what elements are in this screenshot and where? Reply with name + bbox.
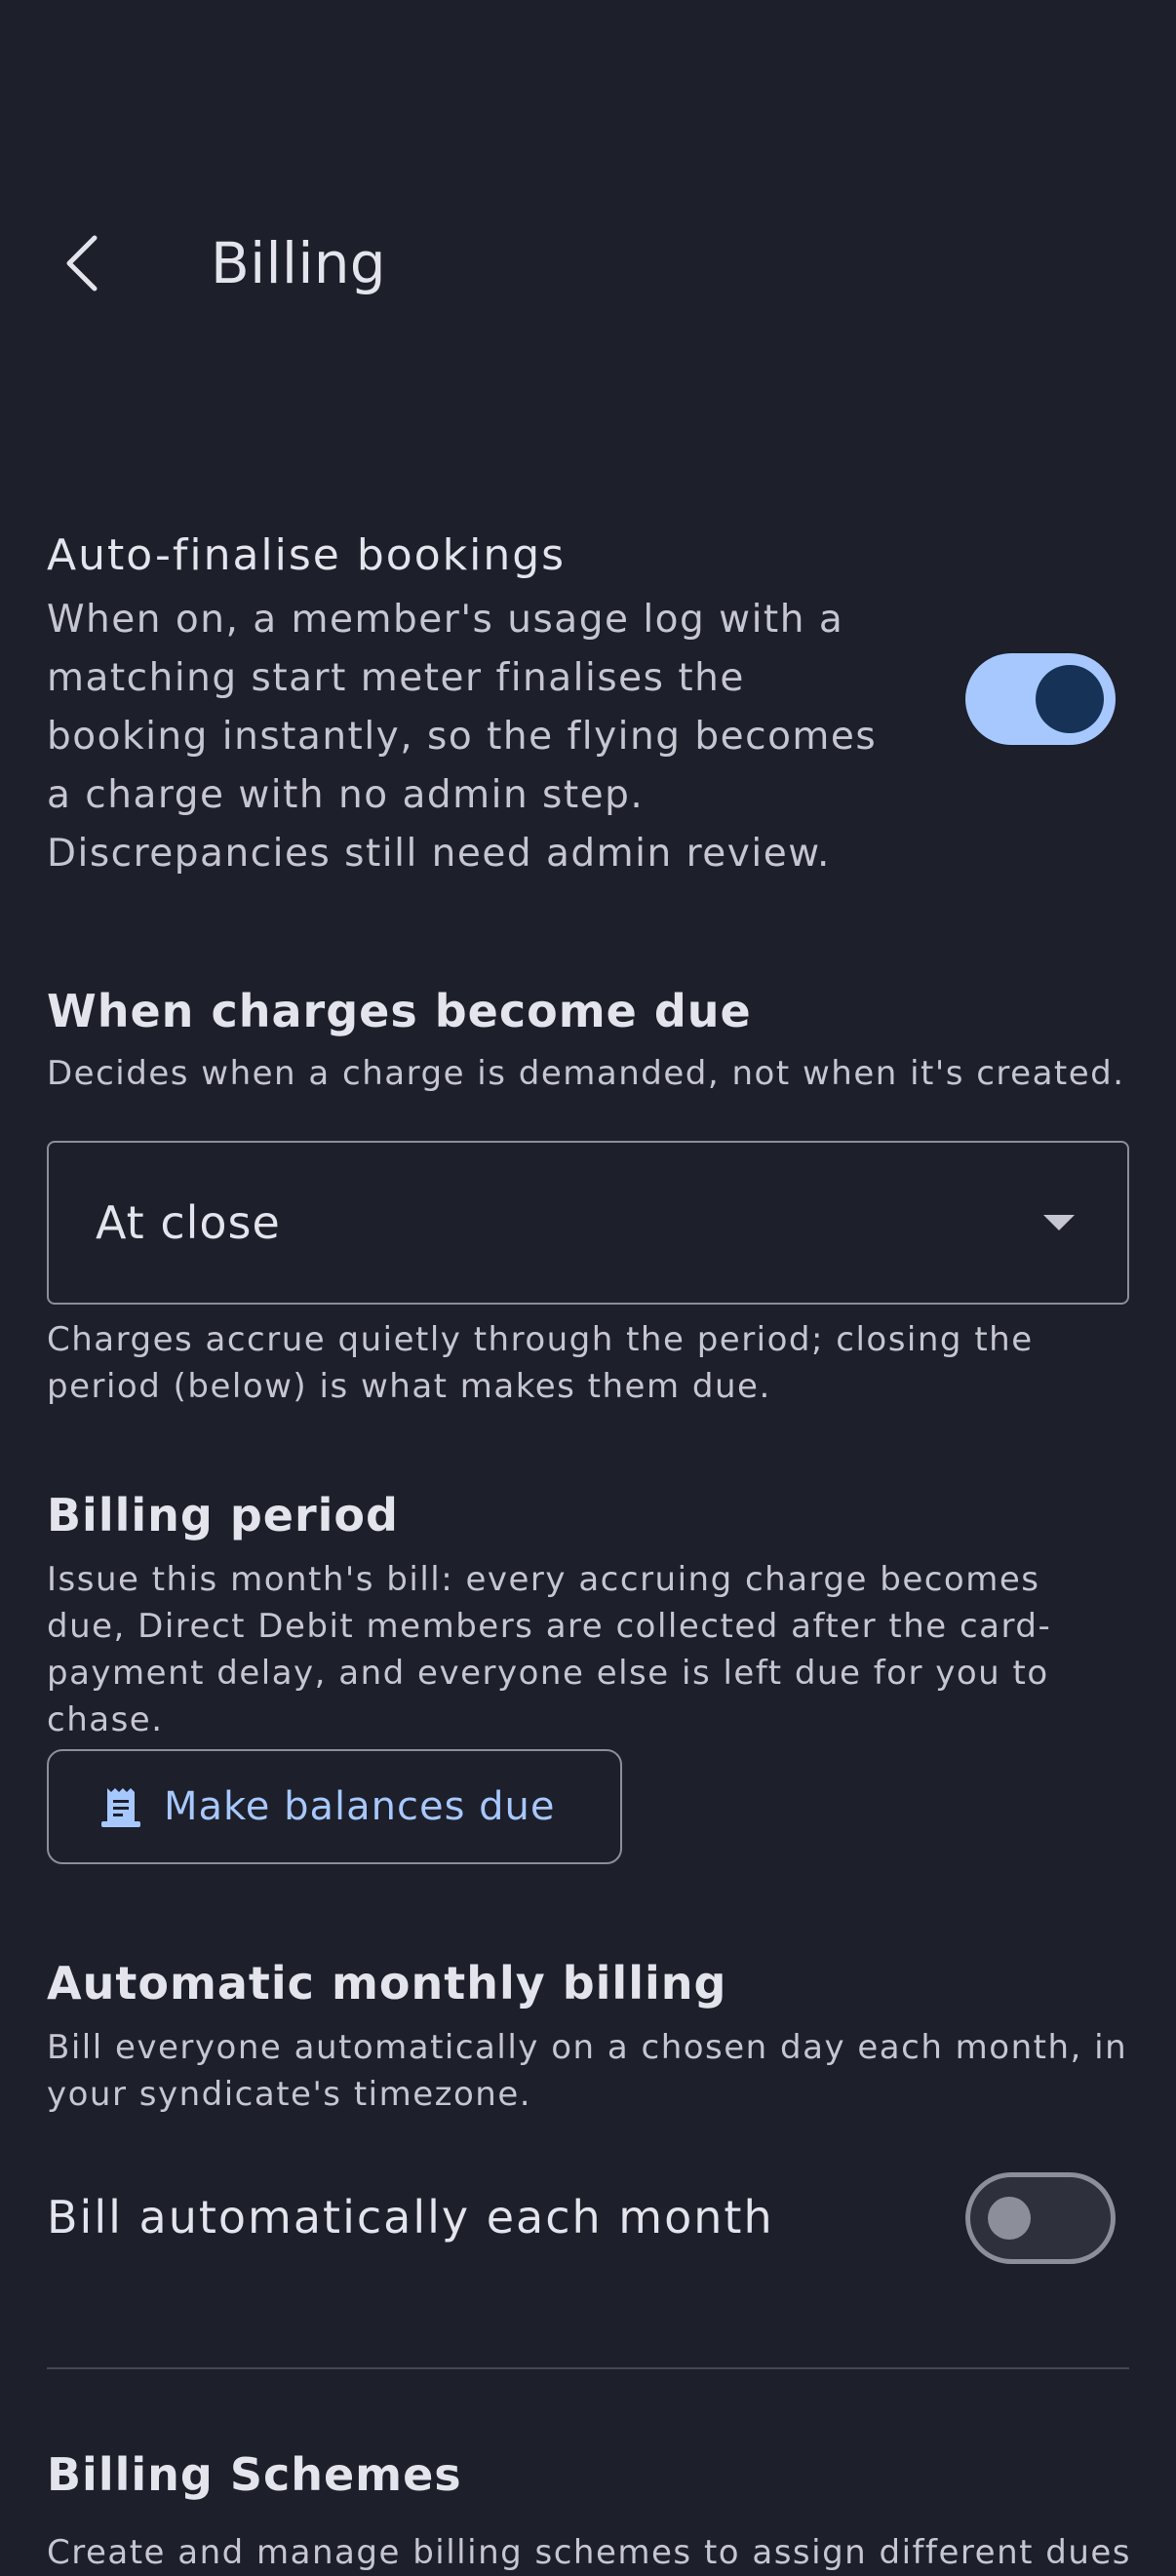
monthly-billing-description: Bill everyone automatically on a chosen … (47, 2028, 1128, 2114)
charges-due-selected-value: At close (96, 1196, 281, 1249)
chevron-left-icon (66, 235, 98, 292)
charges-due-select[interactable]: At close (47, 1141, 1129, 1305)
billing-period-title: Billing period (47, 1489, 399, 1542)
monthly-billing-title: Automatic monthly billing (47, 1957, 727, 2010)
charges-due-description: Decides when a charge is demanded, not w… (47, 1054, 1125, 1093)
monthly-billing-section: Automatic monthly billing Bill everyone … (47, 1952, 1129, 2118)
receipt-icon (101, 1788, 140, 1827)
app-bar: Billing (0, 195, 1176, 332)
auto-finalise-description: When on, a member's usage log with a mat… (47, 598, 878, 876)
make-balances-due-label: Make balances due (164, 1784, 556, 1829)
billing-period-description: Issue this month's bill: every accruing … (47, 1560, 1052, 1739)
monthly-billing-toggle-row: Bill automatically each month (47, 2172, 1129, 2264)
section-divider (47, 2367, 1129, 2369)
charges-due-title: When charges become due (47, 985, 752, 1037)
switch-knob (988, 2197, 1031, 2240)
charges-due-helper: Charges accrue quietly through the perio… (47, 1320, 1034, 1406)
dropdown-arrow-icon (1043, 1215, 1075, 1230)
monthly-billing-switch[interactable] (965, 2172, 1116, 2264)
auto-finalise-setting: Auto-finalise bookings When on, a member… (47, 527, 1129, 887)
billing-period-section: Billing period Issue this month's bill: … (47, 1484, 1129, 1743)
auto-finalise-switch[interactable] (965, 653, 1116, 745)
switch-knob (1036, 665, 1104, 733)
charges-due-section: When charges become due Decides when a c… (47, 980, 1129, 1097)
page-title: Billing (211, 230, 386, 296)
monthly-billing-toggle-label: Bill automatically each month (47, 2191, 774, 2244)
auto-finalise-title: Auto-finalise bookings (47, 530, 567, 580)
billing-schemes-title: Billing Schemes (47, 2448, 462, 2501)
make-balances-due-button[interactable]: Make balances due (47, 1749, 622, 1864)
back-button[interactable] (39, 215, 127, 312)
billing-schemes-description: Create and manage billing schemes to ass… (47, 2533, 1132, 2572)
